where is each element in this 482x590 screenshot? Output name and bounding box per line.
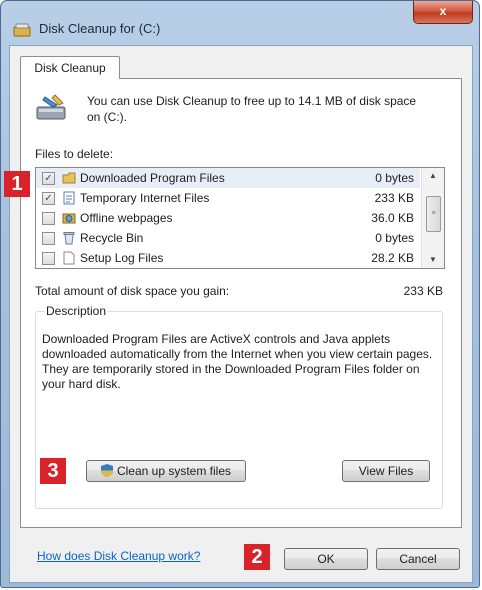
file-name: Downloaded Program Files [80,171,225,185]
disk-cleanup-icon [13,23,31,37]
ok-button[interactable]: OK [284,548,368,570]
list-item[interactable]: Setup Log Files 28.2 KB [36,248,420,268]
scroll-up-icon[interactable]: ▲ [422,168,444,184]
file-size: 36.0 KB [371,211,414,225]
file-name: Offline webpages [80,211,173,225]
help-link[interactable]: How does Disk Cleanup work? [37,549,200,563]
file-icon [63,251,75,265]
recycle-bin-icon [63,232,75,245]
callout-badge-2: 2 [244,544,270,570]
checkbox[interactable] [42,212,55,225]
list-item[interactable]: Offline webpages 36.0 KB [36,208,420,228]
callout-badge-3: 3 [40,458,66,484]
list-item[interactable]: ✓ Temporary Internet Files 233 KB [36,188,420,208]
list-item[interactable]: Recycle Bin 0 bytes [36,228,420,248]
description-text: Downloaded Program Files are ActiveX con… [42,332,433,391]
close-button[interactable]: x [413,1,473,24]
scroll-thumb[interactable]: ≡ [426,196,441,232]
scroll-down-icon[interactable]: ▼ [422,252,444,268]
cancel-button[interactable]: Cancel [376,548,460,570]
tab-page: You can use Disk Cleanup to free up to 1… [20,78,462,563]
disk-cleanup-window: Disk Cleanup for (C:) x Disk Cleanup You… [0,0,480,588]
total-space-label: Total amount of disk space you gain: [35,284,230,298]
window-title: Disk Cleanup for (C:) [39,21,161,36]
file-name: Temporary Internet Files [80,191,210,205]
web-folder-icon [62,213,76,224]
callout-badge-1: 1 [4,171,30,197]
disk-cleanup-icon [36,94,66,120]
list-scrollbar[interactable]: ▲ ≡ ▼ [421,168,444,268]
total-space-value: 233 KB [403,284,443,298]
checkbox[interactable]: ✓ [42,172,55,185]
checkbox[interactable]: ✓ [42,192,55,205]
files-to-delete-label: Files to delete: [35,147,114,161]
dialog-client-area: Disk Cleanup You can use Disk Cleanup to… [9,45,473,583]
file-name: Setup Log Files [80,251,164,265]
file-size: 0 bytes [375,171,414,185]
file-name: Recycle Bin [80,231,144,245]
document-icon [63,191,75,205]
file-size: 28.2 KB [371,251,414,265]
view-files-button[interactable]: View Files [342,460,430,482]
tab-disk-cleanup[interactable]: Disk Cleanup [20,56,120,79]
file-size: 0 bytes [375,231,414,245]
clean-up-system-files-label: Clean up system files [116,464,232,478]
shield-icon [100,464,113,477]
intro-text: You can use Disk Cleanup to free up to 1… [87,94,417,124]
file-size: 233 KB [374,191,414,205]
checkbox[interactable] [42,232,55,245]
description-label: Description [44,304,109,318]
folder-icon [62,172,76,184]
description-group: Description Downloaded Program Files are… [35,304,443,509]
title-bar[interactable]: Disk Cleanup for (C:) x [1,1,479,45]
clean-up-system-files-button[interactable]: Clean up system files [86,460,246,482]
list-item[interactable]: ✓ Downloaded Program Files 0 bytes [36,168,420,188]
files-list[interactable]: ✓ Downloaded Program Files 0 bytes ✓ Tem… [35,167,445,269]
checkbox[interactable] [42,252,55,265]
